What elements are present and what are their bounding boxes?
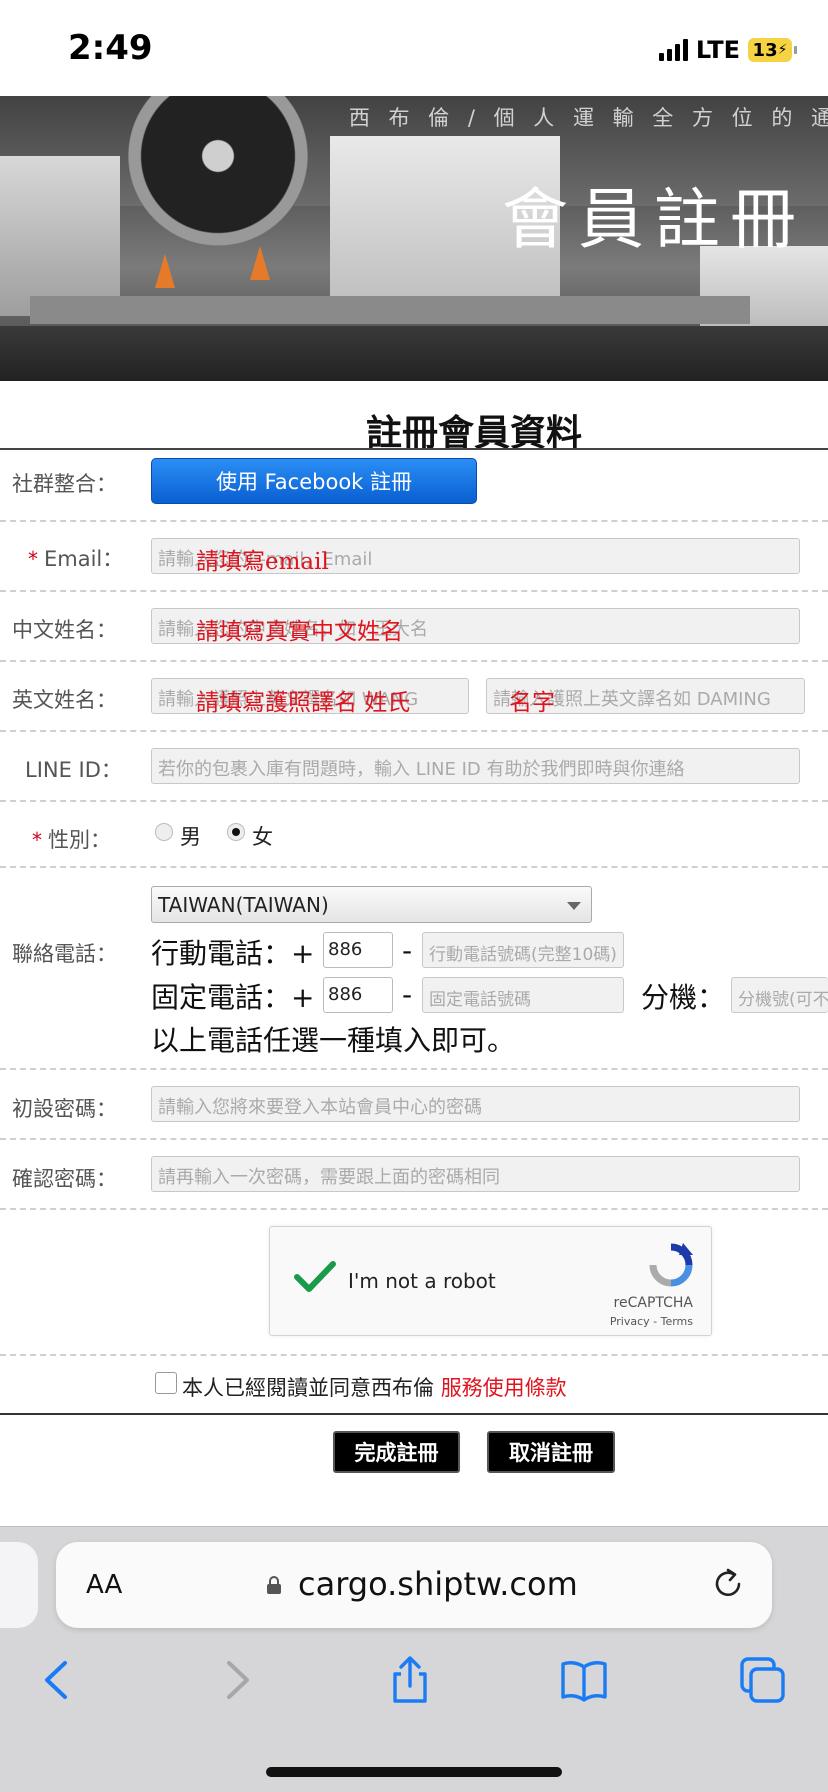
chevron-down-icon [567,902,581,910]
required-mark: * [32,828,42,852]
confirm-password-field[interactable]: 請再輸入一次密碼，需要跟上面的密碼相同 [151,1156,800,1192]
recaptcha-links[interactable]: Privacy - Terms [610,1315,693,1328]
terms-of-service-link[interactable]: 服務使用條款 [441,1376,567,1400]
submit-registration-button[interactable]: 完成註冊 [333,1431,460,1473]
submit-registration-label: 完成註冊 [354,1441,439,1465]
divider [0,1208,828,1210]
country-select[interactable]: TAIWAN(TAIWAN) [151,886,592,923]
chinese-name-hint-overlay: 請填寫真實中文姓名 [196,619,403,645]
agree-terms-text: 本人已經閱讀並同意西布倫 服務使用條款 [182,1372,567,1402]
forward-icon[interactable] [211,1655,261,1705]
phone-note: 以上電話任選一種填入即可。 [151,1024,516,1057]
landline-number-placeholder: 固定電話號碼 [429,990,531,1010]
reload-icon[interactable] [710,1566,746,1602]
recaptcha-logo-icon [649,1243,693,1287]
bookmarks-icon[interactable] [559,1655,609,1705]
landline-country-code-field[interactable]: 886 [323,977,393,1013]
banner-title: 會員註冊 [502,181,806,258]
text-size-button[interactable]: AA [86,1570,122,1600]
password-placeholder: 請輸入您將來要登入本站會員中心的密碼 [158,1097,482,1118]
gender-female-radio[interactable] [227,823,245,841]
gender-female-label[interactable]: 女 [252,821,273,851]
cancel-registration-label: 取消註冊 [509,1441,593,1465]
english-given-name-hint-overlay: 名字 [509,690,555,716]
text-size-label: AA [86,1570,123,1600]
facebook-register-button[interactable]: 使用 Facebook 註冊 [151,458,477,504]
address-bar[interactable]: AA cargo.shiptw.com [56,1542,772,1628]
extension-field[interactable]: 分機號(可不填) [731,977,828,1013]
recaptcha-brand: reCAPTCHA [613,1295,693,1311]
divider [0,1068,828,1070]
divider [0,866,828,868]
status-indicators: LTE 13 ⚡ [658,36,797,64]
gender-male-label[interactable]: 男 [180,821,201,851]
english-surname-hint-overlay: 請填寫護照譯名 姓氏 [196,690,411,716]
social-label: 社群整合： [12,472,117,496]
divider [0,520,828,522]
lock-icon [267,1576,281,1594]
gender-male-radio[interactable] [155,823,173,841]
landline-number-field[interactable]: 固定電話號碼 [422,977,624,1013]
checkmark-icon[interactable] [294,1261,336,1293]
extension-label: 分機： [641,981,726,1014]
agree-terms-checkbox[interactable] [155,1372,177,1394]
country-select-value: TAIWAN(TAIWAN) [158,893,329,917]
line-id-field[interactable]: 若你的包裹入庫有問題時，輸入 LINE ID 有助於我們即時與你連絡 [151,748,800,784]
line-id-placeholder: 若你的包裹入庫有問題時，輸入 LINE ID 有助於我們即時與你連絡 [158,759,685,780]
divider [0,1354,828,1356]
mobile-number-placeholder: 行動電話號碼(完整10碼) [429,945,617,965]
password-label: 初設密碼： [12,1097,117,1121]
battery-icon: 13 ⚡ [748,38,797,62]
gender-label: * 性別： [32,824,111,854]
cellular-signal-icon [658,39,688,61]
jet-engine-image [128,96,308,246]
mobile-number-field[interactable]: 行動電話號碼(完整10碼) [422,932,624,968]
english-name-label: 英文姓名： [12,688,117,712]
previous-tab-preview[interactable] [0,1542,38,1628]
back-icon[interactable] [33,1655,83,1705]
divider [0,1138,828,1140]
share-icon[interactable] [385,1655,435,1705]
divider [0,800,828,802]
home-indicator [266,1767,562,1777]
mobile-phone-label: 行動電話：+ [151,937,315,970]
battery-level: 13 [752,39,778,61]
status-time: 2:49 [68,28,153,68]
password-field[interactable]: 請輸入您將來要登入本站會員中心的密碼 [151,1086,800,1122]
divider [0,660,828,662]
mobile-dash: - [402,934,413,967]
landline-phone-label: 固定電話：+ [151,981,315,1014]
mobile-country-code-field[interactable]: 886 [323,932,393,968]
extension-placeholder: 分機號(可不填) [738,990,828,1010]
hero-banner: 西 布 倫 / 個 人 運 輸 全 方 位 的 通 會員註冊 [0,96,828,381]
network-type: LTE [695,36,740,64]
gender-label-text: 性別： [48,828,111,852]
email-label-text: Email： [44,547,124,571]
landline-dash: - [402,978,413,1011]
email-hint-overlay: 請填寫email [196,549,329,575]
confirm-password-label: 確認密碼： [12,1167,117,1191]
landline-country-code: 886 [328,984,363,1005]
recaptcha-widget[interactable]: I'm not a robot reCAPTCHA Privacy - Term… [269,1226,712,1336]
cancel-registration-button[interactable]: 取消註冊 [487,1431,615,1473]
status-bar: 2:49 LTE 13 ⚡ [0,0,828,96]
line-id-label: LINE ID： [25,758,122,782]
chinese-name-label: 中文姓名： [12,618,117,642]
divider [0,730,828,732]
email-label: * Email： [28,543,123,573]
required-mark: * [28,547,38,571]
mobile-country-code: 886 [328,939,363,960]
tabs-icon[interactable] [737,1655,787,1705]
divider [0,1413,828,1415]
agree-terms-label: 本人已經閱讀並同意西布倫 [182,1376,441,1400]
divider [0,448,828,450]
facebook-register-label: 使用 Facebook 註冊 [215,470,413,494]
confirm-password-placeholder: 請再輸入一次密碼，需要跟上面的密碼相同 [158,1167,500,1188]
recaptcha-label: I'm not a robot [348,1269,496,1293]
url-text[interactable]: cargo.shiptw.com [298,1565,578,1603]
divider [0,590,828,592]
banner-breadcrumb: 西 布 倫 / 個 人 運 輸 全 方 位 的 通 [348,106,828,130]
phone-label: 聯絡電話： [12,942,117,966]
